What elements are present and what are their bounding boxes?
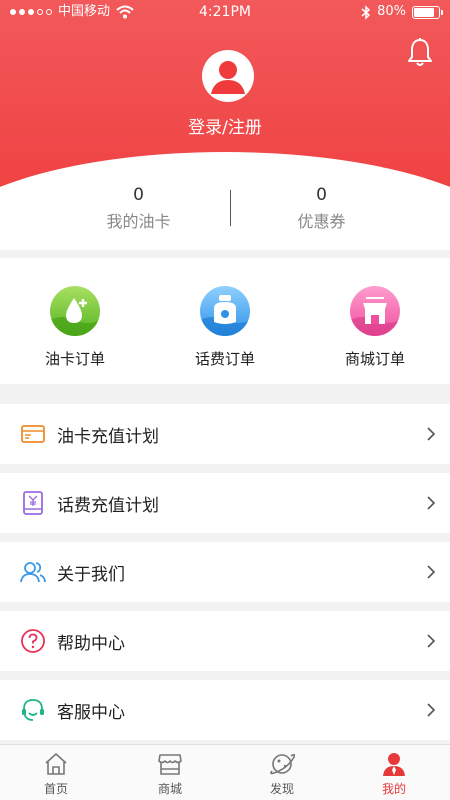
oil-card-orders[interactable]: 油卡订单 (0, 286, 150, 369)
stat-value: 0 (316, 185, 327, 205)
headset-icon (22, 699, 44, 721)
menu-label: 油卡充值计划 (57, 426, 159, 447)
status-bar: 中国移动 4:21PM 80% (0, 0, 450, 24)
yen-tablet-icon (23, 491, 43, 515)
bell-icon[interactable] (407, 37, 433, 67)
order-label: 话费订单 (194, 350, 255, 368)
order-label: 商城订单 (344, 350, 405, 368)
battery-percent: 80% (377, 4, 406, 19)
stat-coupon[interactable]: 0 优惠券 (209, 184, 434, 233)
tab-store[interactable]: 商城 (114, 751, 226, 797)
tab-mine[interactable]: 我的 (338, 751, 450, 797)
stat-label: 优惠券 (297, 212, 346, 231)
battery-icon (412, 5, 443, 19)
orders-card: 油卡订单 话费订单 商城订单 (0, 258, 450, 384)
tab-label: 发现 (269, 782, 294, 796)
chevron-right-icon (427, 565, 436, 579)
bluetooth-icon (361, 4, 371, 20)
menu-item-oil-card-plan[interactable]: 油卡充值计划 (0, 404, 450, 464)
order-label: 油卡订单 (44, 350, 105, 368)
phone-bill-orders[interactable]: 话费订单 (150, 286, 300, 369)
tab-bar: 首页 商城 发现 我的 (0, 744, 450, 800)
menu-item-help-center[interactable]: 帮助中心 (0, 611, 450, 671)
planet-icon (270, 753, 295, 775)
menu-item-about-us[interactable]: 关于我们 (0, 542, 450, 602)
menu-item-phone-plan[interactable]: 话费充值计划 (0, 473, 450, 533)
store-icon (158, 754, 182, 775)
menu-label: 客服中心 (57, 702, 125, 723)
user-silhouette-icon (211, 61, 245, 94)
chevron-right-icon (427, 496, 436, 510)
login-register-link[interactable]: 登录/注册 (0, 113, 450, 138)
menu-label: 话费充值计划 (57, 495, 159, 516)
chevron-right-icon (427, 634, 436, 648)
shop-icon (350, 286, 400, 336)
tab-label: 商城 (157, 782, 182, 796)
people-icon (20, 562, 46, 583)
chevron-right-icon (427, 703, 436, 717)
phone-bill-icon (200, 286, 250, 336)
tab-label: 我的 (381, 782, 406, 796)
tab-label: 首页 (43, 782, 68, 796)
home-icon (45, 753, 67, 775)
oil-drop-icon (50, 286, 100, 336)
shop-orders[interactable]: 商城订单 (300, 286, 450, 369)
tab-discover[interactable]: 发现 (226, 751, 338, 797)
tab-home[interactable]: 首页 (0, 751, 112, 797)
menu-item-customer-service[interactable]: 客服中心 (0, 680, 450, 740)
user-icon (383, 753, 405, 776)
menu-label: 关于我们 (57, 564, 125, 585)
menu-label: 帮助中心 (57, 633, 125, 654)
card-icon (21, 425, 45, 443)
question-icon (21, 629, 45, 653)
chevron-right-icon (427, 427, 436, 441)
avatar[interactable] (202, 50, 254, 102)
